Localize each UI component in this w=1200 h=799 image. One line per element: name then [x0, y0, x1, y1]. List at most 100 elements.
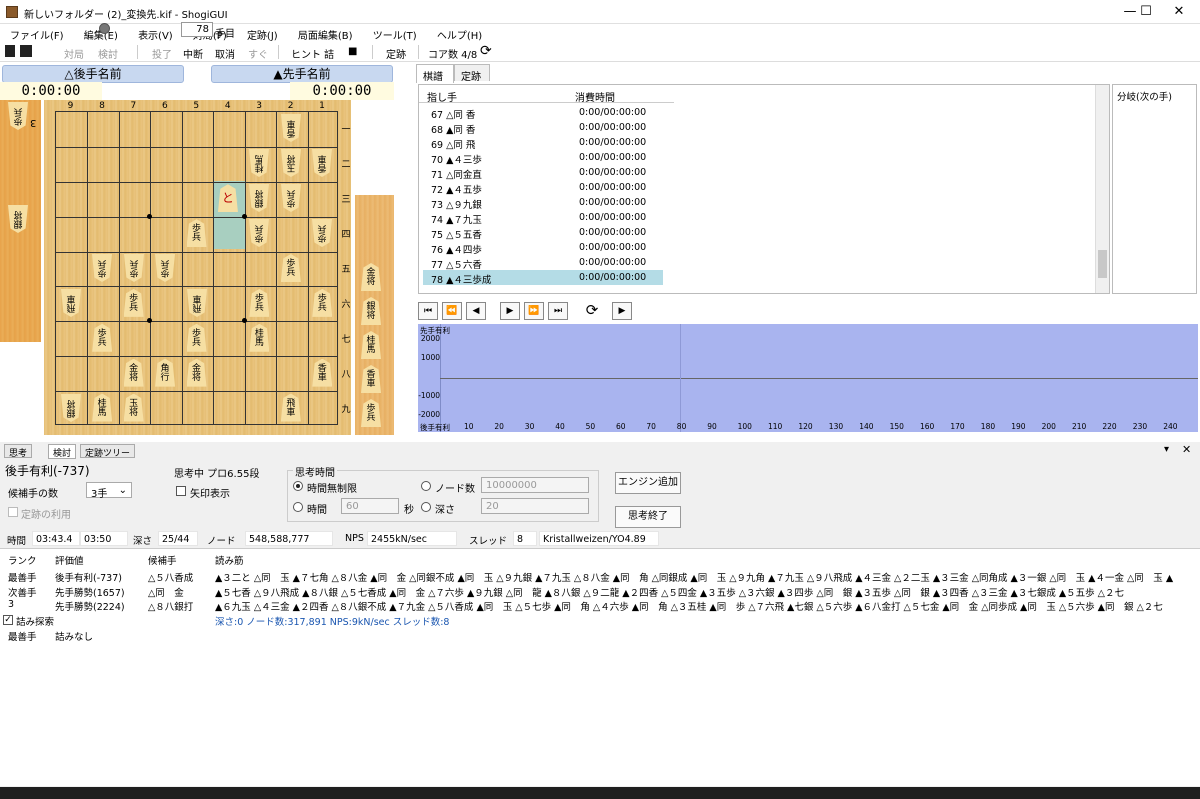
menu-view[interactable]: 表示(V): [128, 24, 180, 42]
tab-joseki[interactable]: 定跡: [454, 64, 490, 83]
kifu-row[interactable]: 72 ▲４五歩 0:00/00:00:00: [423, 180, 663, 196]
interrupt-button[interactable]: 中断: [183, 46, 203, 61]
shogi-piece[interactable]: 飛 車: [280, 393, 301, 422]
shogi-piece[interactable]: 桂 馬: [249, 323, 270, 352]
shogi-piece[interactable]: 金 将: [186, 358, 207, 387]
kifu-scrollbar[interactable]: [1095, 85, 1109, 293]
unlimited-radio[interactable]: [293, 481, 303, 491]
back-fast-icon[interactable]: ⏪: [442, 302, 462, 320]
taikyoku-button[interactable]: 対局: [64, 46, 84, 61]
shogi-piece[interactable]: 角 行: [155, 358, 176, 387]
shogi-piece[interactable]: 金 将: [123, 358, 144, 387]
add-engine-button[interactable]: エンジン追加: [615, 472, 681, 494]
mate-search-checkbox[interactable]: ✓: [3, 615, 13, 625]
tab-analysis[interactable]: 検討: [48, 444, 77, 459]
candidates-select[interactable]: 3手 ⌄: [86, 482, 132, 500]
stop-button[interactable]: ■: [348, 46, 357, 57]
kifu-row[interactable]: 70 ▲４三歩 0:00/00:00:00: [423, 150, 663, 166]
pv-line[interactable]: ▲３二と △同 玉 ▲７七角 △８八金 ▲同 金 △同銀不成 ▲同 玉 △９九銀…: [215, 570, 1185, 584]
kifu-row[interactable]: 68 ▲同 香 0:00/00:00:00: [423, 120, 663, 136]
joseki-use-checkbox[interactable]: [8, 507, 18, 517]
shogi-piece[interactable]: と: [217, 184, 238, 213]
pin-icon[interactable]: ▾: [1164, 444, 1169, 455]
pv-rank: 3: [8, 599, 15, 610]
close-button[interactable]: ✕: [1156, 0, 1200, 24]
sente-hand-piece[interactable]: 金 将: [361, 263, 381, 291]
shogi-piece[interactable]: 歩 兵: [186, 323, 207, 352]
menu-file[interactable]: ファイル(F): [0, 24, 71, 42]
shogi-piece[interactable]: 桂 馬: [92, 393, 113, 422]
menu-position-edit[interactable]: 局面編集(B): [288, 24, 360, 42]
gote-hand-piece[interactable]: 銀 将: [8, 205, 28, 233]
kifu-row[interactable]: 69 △同 飛 0:00/00:00:00: [423, 135, 663, 151]
sente-hand-piece[interactable]: 歩 兵: [361, 399, 381, 427]
graph-x-label: 130: [828, 422, 844, 431]
menu-joseki[interactable]: 定跡(J): [237, 24, 285, 42]
window-title: 新しいフォルダー (2)_変換先.kif - ShogiGUI: [24, 10, 228, 21]
kifu-row[interactable]: 67 △同 香 0:00/00:00:00: [423, 105, 663, 121]
tab-joseki-tree[interactable]: 定跡ツリー: [80, 444, 136, 459]
joseki-button[interactable]: 定跡: [386, 46, 406, 61]
kifu-row[interactable]: 76 ▲４四歩 0:00/00:00:00: [423, 240, 663, 256]
shogi-piece[interactable]: 歩 兵: [280, 254, 301, 282]
pv-line[interactable]: ▲６九玉 △４三金 ▲２四香 △８八銀不成 ▲７九金 △５八香成 ▲同 玉 △５…: [215, 599, 1185, 613]
move-now-button[interactable]: すぐ: [248, 46, 268, 61]
menu-help[interactable]: ヘルプ(H): [427, 24, 489, 42]
back-icon[interactable]: ◀: [466, 302, 486, 320]
shogi-piece[interactable]: 歩 兵: [249, 288, 270, 317]
pv-line[interactable]: ▲５七香 △９八飛成 ▲８八銀 △５七香成 ▲同 金 △７六歩 ▲９九銀 △同 …: [215, 585, 1185, 599]
flip-board-icon[interactable]: ⟳: [582, 302, 602, 320]
evaluation-graph[interactable]: 先手有利 後手有利 2000 1000 -1000 -2000 10 20 30 40 50 6…: [418, 324, 1198, 432]
shogi-piece[interactable]: 歩 兵: [186, 219, 207, 248]
play-icon[interactable]: ▶: [612, 302, 632, 320]
kifu-row[interactable]: 78 ▲４三歩成 0:00/00:00:00: [423, 270, 663, 286]
depth-input[interactable]: 20: [481, 498, 589, 514]
shogi-piece[interactable]: 歩 兵: [155, 254, 175, 282]
shogi-piece[interactable]: 香 車: [312, 358, 333, 387]
undo-button[interactable]: 取消: [215, 46, 235, 61]
kifu-time: 0:00/00:00:00: [579, 257, 647, 268]
grid-line: [150, 112, 152, 424]
save-icon[interactable]: [20, 45, 32, 57]
gote-hand-piece[interactable]: 歩 兵: [8, 102, 28, 130]
kifu-row[interactable]: 71 △同金直 0:00/00:00:00: [423, 165, 663, 181]
first-move-icon[interactable]: ⏮: [418, 302, 438, 320]
shogi-piece[interactable]: 歩 兵: [92, 323, 113, 352]
arrow-display-checkbox[interactable]: [176, 486, 186, 496]
kifu-row[interactable]: 75 △５五香 0:00/00:00:00: [423, 225, 663, 241]
move-number-field[interactable]: 78: [181, 22, 213, 37]
sente-hand-piece[interactable]: 銀 将: [361, 297, 381, 325]
sente-clock: 0:00:00: [290, 82, 394, 100]
tab-thinking[interactable]: 思考: [4, 444, 33, 459]
menu-tools[interactable]: ツール(T): [363, 24, 424, 42]
star-point: [241, 213, 247, 219]
mate-button[interactable]: 詰: [324, 46, 334, 61]
mate-result: 詰みなし: [55, 632, 94, 643]
forward-fast-icon[interactable]: ⏩: [524, 302, 544, 320]
nodes-input[interactable]: 10000000: [481, 477, 589, 493]
sente-hand-piece[interactable]: 香 車: [361, 365, 381, 393]
shogi-piece[interactable]: 飛 車: [61, 289, 81, 317]
time-input[interactable]: 60: [341, 498, 399, 514]
end-thinking-button[interactable]: 思考終了: [615, 506, 681, 528]
forward-icon[interactable]: ▶: [500, 302, 520, 320]
time-radio[interactable]: [293, 502, 303, 512]
hint-button[interactable]: ヒント: [291, 46, 321, 61]
rotate-icon[interactable]: ⟳: [480, 43, 492, 59]
tab-kifu[interactable]: 棋譜: [416, 64, 454, 83]
kifu-row[interactable]: 77 △５六香 0:00/00:00:00: [423, 255, 663, 271]
shogi-piece[interactable]: 玉 将: [123, 393, 144, 422]
resign-button[interactable]: 投了: [152, 46, 172, 61]
sente-hand-piece[interactable]: 桂 馬: [361, 331, 381, 359]
close-pane-icon[interactable]: ✕: [1182, 443, 1191, 456]
depth-radio[interactable]: [421, 502, 431, 512]
shogi-piece[interactable]: 歩 兵: [312, 288, 333, 317]
nodes-radio[interactable]: [421, 481, 431, 491]
kento-button[interactable]: 検討: [98, 46, 118, 61]
last-move-icon[interactable]: ⏭: [548, 302, 568, 320]
new-file-icon[interactable]: [5, 45, 15, 57]
shogi-piece[interactable]: 歩 兵: [123, 288, 144, 317]
kifu-row[interactable]: 73 △９九銀 0:00/00:00:00: [423, 195, 663, 211]
kifu-row[interactable]: 74 ▲７九玉 0:00/00:00:00: [423, 210, 663, 226]
shogi-piece[interactable]: 銀 将: [61, 394, 81, 422]
